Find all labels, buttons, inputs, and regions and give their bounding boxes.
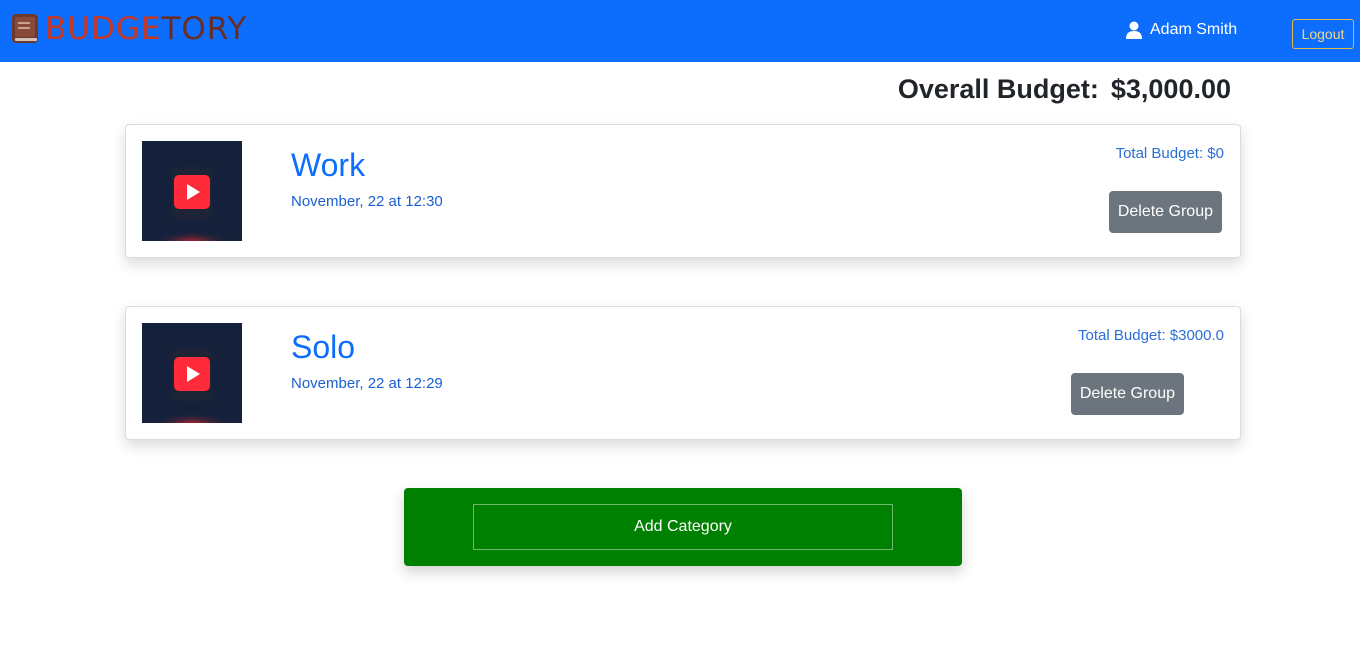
add-category-panel: Add Category [404, 488, 962, 566]
logout-button[interactable]: Logout [1292, 19, 1354, 49]
group-thumbnail [142, 141, 242, 241]
group-card-solo: Solo November, 22 at 12:29 Total Budget:… [125, 306, 1241, 440]
group-date: November, 22 at 12:29 [291, 375, 443, 392]
group-total-budget: Total Budget: $0 [1115, 145, 1224, 162]
group-title[interactable]: Solo [291, 329, 355, 366]
user-name: Adam Smith [1150, 21, 1238, 38]
add-category-button[interactable]: Add Category [473, 504, 893, 550]
group-title[interactable]: Work [291, 147, 365, 184]
group-thumbnail [142, 323, 242, 423]
book-icon [11, 13, 41, 45]
brand-name: BUDGETORY [45, 11, 248, 47]
group-card-work: Work November, 22 at 12:30 Total Budget:… [125, 124, 1241, 258]
brand-logo[interactable]: BUDGETORY [11, 12, 247, 46]
overall-budget-value: $3,000.00 [1110, 74, 1231, 104]
delete-group-button[interactable]: Delete Group [1070, 373, 1184, 415]
group-total-budget: Total Budget: $3000.0 [1078, 327, 1224, 344]
overall-budget: Overall Budget: $3,000.00 [898, 74, 1231, 105]
play-button-icon [142, 323, 242, 423]
navbar: BUDGETORY Adam Smith Logout [0, 0, 1360, 62]
overall-budget-label: Overall Budget: [897, 74, 1099, 104]
delete-group-button[interactable]: Delete Group [1108, 191, 1222, 233]
play-button-icon [142, 141, 242, 241]
group-date: November, 22 at 12:30 [291, 193, 443, 210]
user-menu[interactable]: Adam Smith [1126, 21, 1237, 39]
user-icon [1126, 21, 1142, 39]
